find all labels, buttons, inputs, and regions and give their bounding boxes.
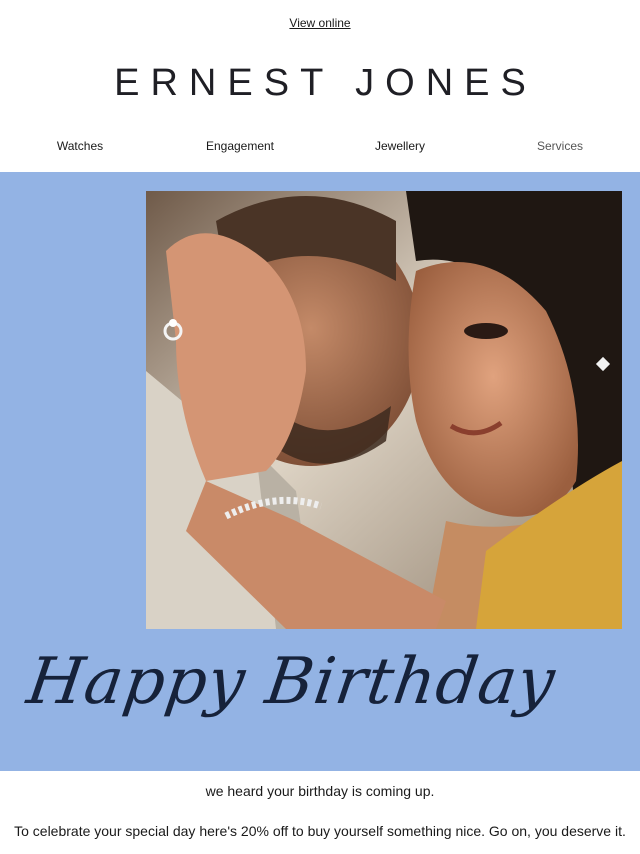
hero-banner[interactable]: Happy Birthday (0, 172, 640, 771)
brand-logo[interactable]: ERNEST JONES (103, 62, 537, 105)
nav-item-jewellery[interactable]: Jewellery (320, 139, 480, 153)
nav-item-engagement[interactable]: Engagement (160, 139, 320, 153)
top-bar: View online (0, 0, 640, 46)
nav-item-services[interactable]: Services (480, 139, 640, 153)
nav-item-watches[interactable]: Watches (0, 139, 160, 153)
couple-image (146, 191, 622, 629)
brand-header: ERNEST JONES (0, 46, 640, 120)
view-online-link[interactable]: View online (289, 16, 350, 30)
discount-offer-text: To celebrate your special day here's 20%… (14, 823, 626, 839)
hero-photo[interactable] (146, 191, 622, 629)
body-copy: we heard your birthday is coming up. To … (0, 783, 640, 839)
main-nav: Watches Engagement Jewellery Services (0, 120, 640, 172)
happy-birthday-headline: Happy Birthday (22, 645, 560, 719)
birthday-intro-text: we heard your birthday is coming up. (205, 783, 435, 799)
